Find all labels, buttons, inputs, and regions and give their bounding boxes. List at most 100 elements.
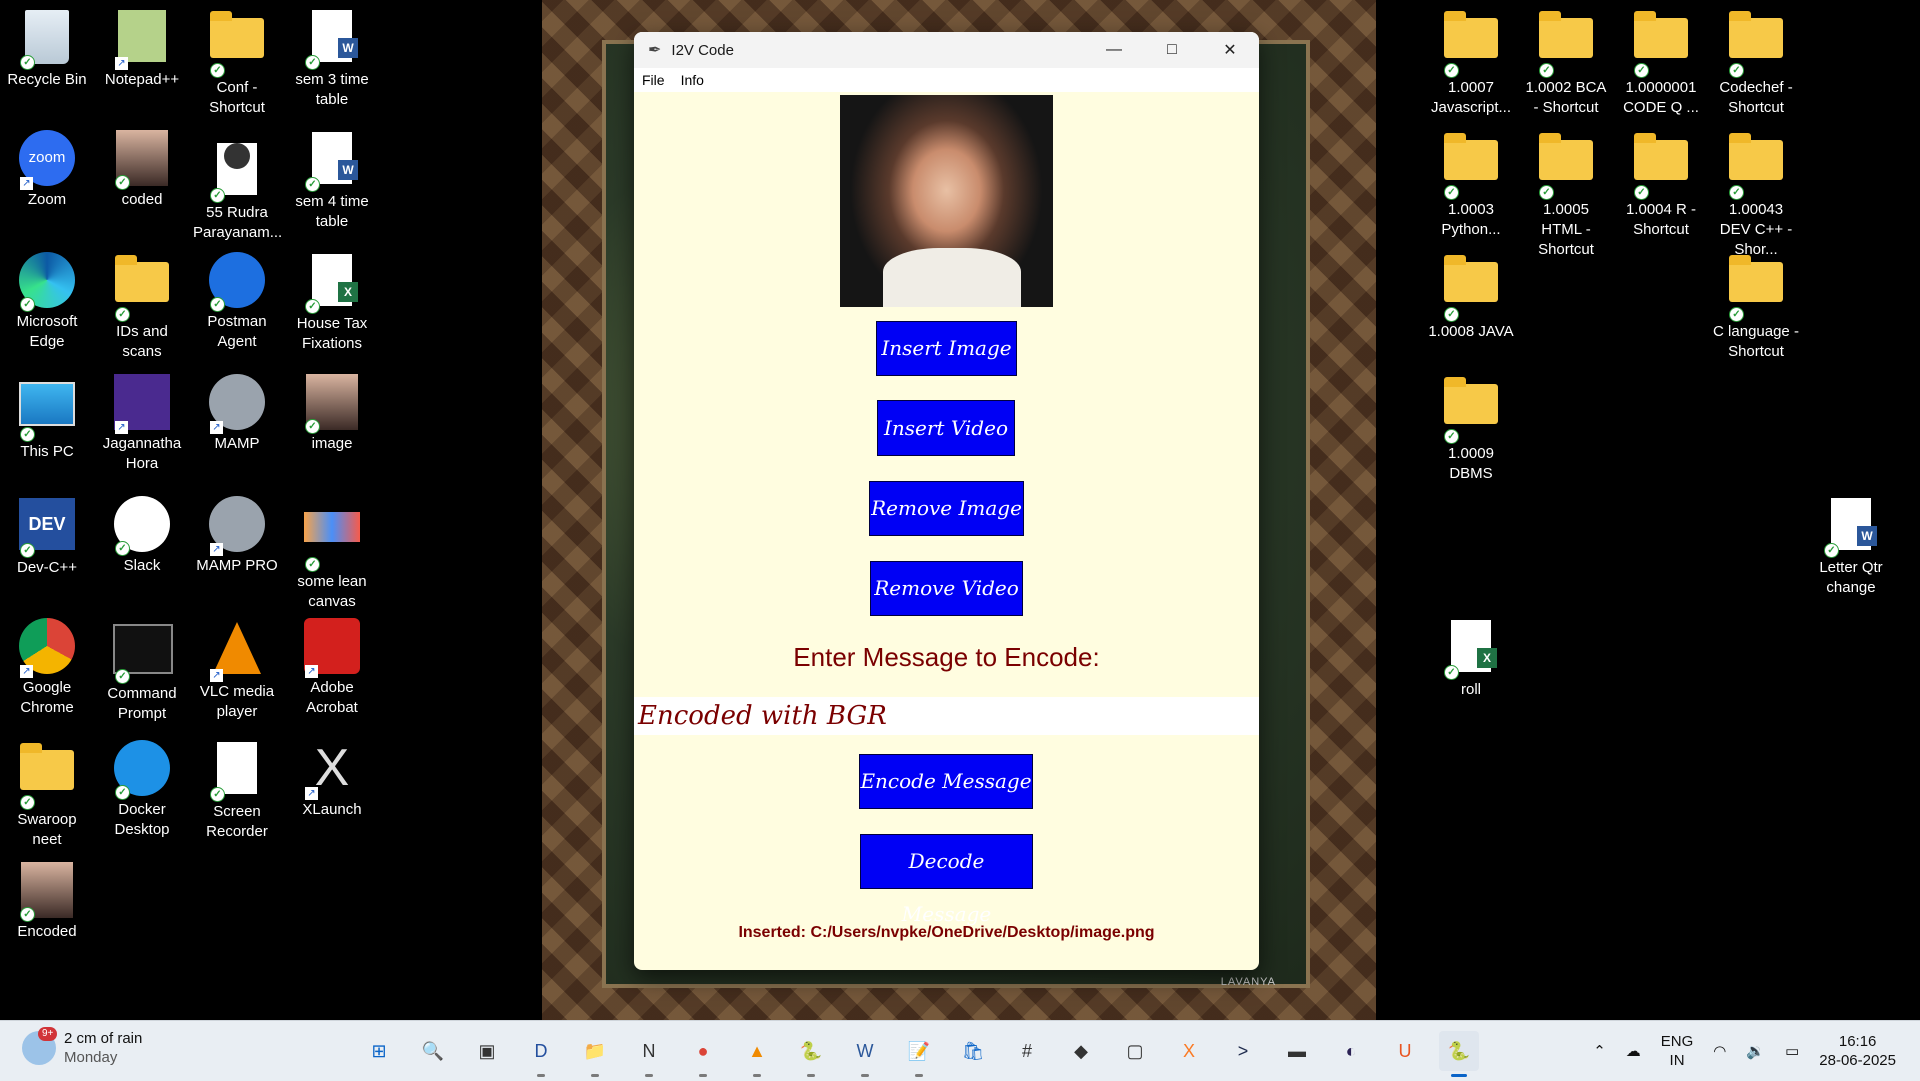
desktop-icon-house-tax-fixations[interactable]: X ✓ House Tax Fixations	[288, 252, 376, 354]
git-icon[interactable]: ◆	[1061, 1031, 1101, 1071]
desktop-icon-zoom[interactable]: zoom ↗ Zoom	[3, 130, 91, 210]
xampp-icon[interactable]: X	[1169, 1031, 1209, 1071]
jhora-icon: ↗	[113, 374, 171, 434]
search-icon[interactable]: 🔍	[413, 1031, 453, 1071]
desktop-icon-some-lean-canvas[interactable]: ✓ some lean canvas	[288, 496, 376, 612]
battery-icon[interactable]: ▭	[1785, 1042, 1799, 1061]
vlc-icon[interactable]: ▲	[737, 1031, 777, 1077]
python-app-icon[interactable]: 🐍	[1439, 1031, 1479, 1077]
insert-image-button[interactable]: Insert Image	[876, 321, 1017, 376]
blank-file-icon: ✓	[208, 742, 266, 802]
window-title: I2V Code	[671, 41, 734, 59]
desktop-icon-conf-shortcut[interactable]: ✓ Conf - Shortcut	[193, 8, 281, 118]
notepadpp-icon: ↗	[113, 10, 171, 70]
desktop-icon-1-0003-python[interactable]: ✓ 1.0003 Python...	[1427, 130, 1515, 240]
desktop-icon-1-0008-java[interactable]: ✓ 1.0008 JAVA	[1427, 252, 1515, 342]
desktop-icon-1-0009-dbms[interactable]: ✓ 1.0009 DBMS	[1427, 374, 1515, 484]
onedrive-icon[interactable]: ☁	[1626, 1042, 1641, 1061]
file-explorer-icon[interactable]: 📁	[575, 1031, 615, 1077]
desktop-icon-1-0007-javascript[interactable]: ✓ 1.0007 Javascript...	[1427, 8, 1515, 118]
minimize-button[interactable]: —	[1085, 32, 1143, 68]
desktop-icon-slack[interactable]: ✓ Slack	[98, 496, 186, 576]
terminal-icon[interactable]: ▬	[1277, 1031, 1317, 1071]
desktop-icon-this-pc[interactable]: ✓ This PC	[3, 374, 91, 462]
desktop-icon-codechef-shortcut[interactable]: ✓ Codechef - Shortcut	[1712, 8, 1800, 118]
desktop-icon-sem-4-time-table[interactable]: W ✓ sem 4 time table	[288, 130, 376, 232]
desktop-icon-ids-and-scans[interactable]: ✓ IDs and scans	[98, 252, 186, 362]
encode-prompt-label: Enter Message to Encode:	[793, 642, 1100, 672]
insert-video-button[interactable]: Insert Video	[877, 400, 1015, 456]
desktop-icon-label: Codechef - Shortcut	[1719, 79, 1793, 116]
desktop-icon-1-0000001-code-q[interactable]: ✓ 1.0000001 CODE Q ...	[1617, 8, 1705, 118]
close-button[interactable]: ✕	[1201, 32, 1259, 68]
wifi-icon[interactable]: ◠	[1713, 1042, 1726, 1061]
desktop-icon-microsoft-edge[interactable]: ✓ Microsoft Edge	[3, 252, 91, 352]
windows-start-icon[interactable]: ⊞	[359, 1031, 399, 1071]
desktop-icon-1-0004-r-shortcut[interactable]: ✓ 1.0004 R - Shortcut	[1617, 130, 1705, 240]
volume-icon[interactable]: 🔉	[1746, 1042, 1765, 1061]
desktop-icon-sem-3-time-table[interactable]: W ✓ sem 3 time table	[288, 8, 376, 110]
desktop-icon-dev-c[interactable]: DEV ✓ Dev-C++	[3, 496, 91, 578]
desktop-icon-1-00043-dev-c-shor[interactable]: ✓ 1.00043 DEV C++ - Shor...	[1712, 130, 1800, 260]
desktop-icon-encoded[interactable]: ✓ Encoded	[3, 862, 91, 942]
desktop-icon-notepad[interactable]: ↗ Notepad++	[98, 8, 186, 90]
desktop-icon-1-0002-bca-shortcut[interactable]: ✓ 1.0002 BCA - Shortcut	[1522, 8, 1610, 118]
desktop-icon-label: Google Chrome	[20, 679, 74, 716]
word-icon[interactable]: W	[845, 1031, 885, 1077]
desktop-icon-command-prompt[interactable]: ✓ Command Prompt	[98, 618, 186, 724]
slack-icon[interactable]: #	[1007, 1031, 1047, 1071]
devcpp-icon[interactable]: D	[521, 1031, 561, 1077]
maximize-button[interactable]: □	[1143, 32, 1201, 68]
folder-icon: ✓	[1632, 133, 1690, 200]
desktop-icon-docker-desktop[interactable]: ✓ Docker Desktop	[98, 740, 186, 840]
desktop-icon-xlaunch[interactable]: X ↗ XLaunch	[288, 740, 376, 820]
message-input[interactable]: Encoded with BGR	[634, 697, 1259, 735]
ubuntu-icon[interactable]: U	[1385, 1031, 1425, 1071]
desktop-icon-letter-qtr-change[interactable]: W ✓ Letter Qtr change	[1807, 496, 1895, 598]
remove-video-button[interactable]: Remove Video	[870, 561, 1023, 616]
chrome-icon[interactable]: ●	[683, 1031, 723, 1077]
language-indicator[interactable]: ENG IN	[1661, 1032, 1694, 1070]
eclipse-icon[interactable]: ◐	[1331, 1031, 1371, 1071]
store-icon[interactable]: 🛍	[953, 1031, 993, 1071]
desktop-icon-coded[interactable]: ✓ coded	[98, 130, 186, 210]
excel-file-icon: X ✓	[303, 254, 361, 314]
desktop-icon-postman-agent[interactable]: ✓ Postman Agent	[193, 252, 281, 352]
desktop-icon-screen-recorder[interactable]: ✓ Screen Recorder	[193, 740, 281, 842]
desktop-icon-label: Swaroop neet	[17, 811, 77, 848]
task-view-icon[interactable]: ▣	[467, 1031, 507, 1071]
desktop-icon-1-0005-html-shortcut[interactable]: ✓ 1.0005 HTML - Shortcut	[1522, 130, 1610, 260]
chevron-up-icon[interactable]: ⌃	[1593, 1042, 1606, 1061]
desktop-icon-mamp[interactable]: ↗ MAMP	[193, 374, 281, 454]
desktop-icon-google-chrome[interactable]: ↗ Google Chrome	[3, 618, 91, 718]
weather-widget[interactable]: 9+ 2 cm of rain Monday	[22, 1027, 142, 1067]
menu-file[interactable]: File	[634, 72, 673, 88]
desktop-icon-55-rudra-parayanam[interactable]: ✓ 55 Rudra Parayanam...	[193, 130, 282, 243]
desktop-icon-swaroop-neet[interactable]: ✓ Swaroop neet	[3, 740, 91, 850]
encode-message-button[interactable]: Encode Message	[859, 754, 1033, 809]
desktop-icon-recycle-bin[interactable]: ✓ Recycle Bin	[3, 8, 91, 90]
notepadpp-icon[interactable]: N	[629, 1031, 669, 1077]
powershell-icon[interactable]: >	[1223, 1031, 1263, 1071]
desktop-icon-mamp-pro[interactable]: ↗ MAMP PRO	[193, 496, 281, 576]
desktop-icon-c-language-shortcut[interactable]: ✓ C language - Shortcut	[1712, 252, 1800, 362]
desktop-icon-roll[interactable]: X ✓ roll	[1427, 618, 1515, 700]
desktop-icon-vlc-media-player[interactable]: ↗ VLC media player	[193, 618, 281, 722]
desktop-icon-image[interactable]: ✓ image	[288, 374, 376, 454]
menu-info[interactable]: Info	[673, 72, 712, 88]
title-bar[interactable]: ✒ I2V Code — □ ✕	[634, 32, 1259, 68]
desktop-icon-jagannatha-hora[interactable]: ↗ Jagannatha Hora	[98, 374, 186, 474]
status-label: Inserted: C:/Users/nvpke/OneDrive/Deskto…	[738, 924, 1155, 941]
desktop-icon-adobe-acrobat[interactable]: ↗ Adobe Acrobat	[288, 618, 376, 718]
notepad-icon[interactable]: 📝	[899, 1031, 939, 1077]
desktop-icon-label: Letter Qtr change	[1819, 559, 1883, 596]
decode-message-button[interactable]: Decode Message	[860, 834, 1033, 926]
clock[interactable]: 16:16 28-06-2025	[1819, 1032, 1896, 1070]
remove-image-button[interactable]: Remove Image	[869, 481, 1024, 536]
feather-icon: ✒	[648, 42, 662, 59]
cmd-icon: ✓	[113, 624, 173, 684]
folder-icon: ✓	[1727, 11, 1785, 78]
vscode-icon[interactable]: ▢	[1115, 1031, 1155, 1071]
desktop-icon-label: 1.0005 HTML - Shortcut	[1538, 201, 1594, 258]
python-idle-icon[interactable]: 🐍	[791, 1031, 831, 1077]
